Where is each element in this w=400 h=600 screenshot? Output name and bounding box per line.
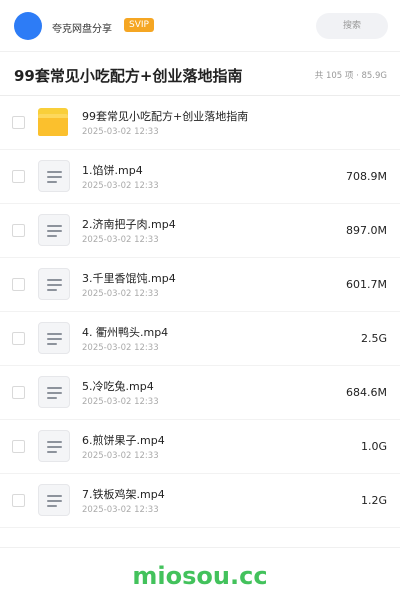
file-icon (38, 322, 70, 354)
file-name[interactable]: 4. 衢州鸭头.mp4 (82, 324, 168, 340)
top-bar: 夸克网盘分享 SVIP 搜索 (0, 0, 400, 52)
file-date: 2025-03-02 12:33 (82, 181, 159, 191)
item-count-and-size: 共 105 项 · 85.9G (314, 71, 387, 81)
row-checkbox[interactable] (12, 386, 25, 399)
user-name: 夸克网盘分享 (52, 24, 112, 35)
file-size: 601.7M (346, 278, 387, 291)
file-size: 708.9M (346, 170, 387, 183)
file-row[interactable]: 5.冷吃兔.mp4 2025-03-02 12:33 684.6M (0, 366, 400, 420)
file-size: 897.0M (346, 224, 387, 237)
svip-badge: SVIP (124, 18, 154, 32)
file-row[interactable]: 2.济南把子肉.mp4 2025-03-02 12:33 897.0M (0, 204, 400, 258)
page-title: 99套常见小吃配方+创业落地指南 (14, 67, 243, 85)
file-size: 1.2G (360, 494, 387, 507)
file-name[interactable]: 3.千里香馄饨.mp4 (82, 270, 176, 286)
file-date: 2025-03-02 12:33 (82, 289, 159, 299)
file-icon (38, 160, 70, 192)
row-checkbox[interactable] (12, 116, 25, 129)
file-row[interactable]: 3.千里香馄饨.mp4 2025-03-02 12:33 601.7M (0, 258, 400, 312)
file-row[interactable]: 1.馅饼.mp4 2025-03-02 12:33 708.9M (0, 150, 400, 204)
file-date: 2025-03-02 12:33 (82, 451, 159, 461)
file-date: 2025-03-02 12:33 (82, 343, 159, 353)
folder-row[interactable]: 99套常见小吃配方+创业落地指南 2025-03-02 12:33 (0, 96, 400, 150)
file-name[interactable]: 5.冷吃兔.mp4 (82, 378, 154, 394)
avatar[interactable] (14, 12, 42, 40)
title-bar: 99套常见小吃配方+创业落地指南 共 105 项 · 85.9G (0, 52, 400, 96)
file-icon (38, 214, 70, 246)
file-size: 2.5G (360, 332, 387, 345)
site-watermark[interactable]: miosou.cc (0, 562, 400, 590)
row-checkbox[interactable] (12, 440, 25, 453)
search-button[interactable]: 搜索 (316, 13, 388, 39)
file-icon (38, 376, 70, 408)
file-icon (38, 484, 70, 516)
file-size: 1.0G (360, 440, 387, 453)
footer-divider (0, 547, 400, 548)
file-date: 2025-03-02 12:33 (82, 235, 159, 245)
row-checkbox[interactable] (12, 332, 25, 345)
file-icon (38, 268, 70, 300)
file-row[interactable]: 6.煎饼果子.mp4 2025-03-02 12:33 1.0G (0, 420, 400, 474)
file-row[interactable]: 7.铁板鸡架.mp4 2025-03-02 12:33 1.2G (0, 474, 400, 528)
folder-icon (38, 106, 70, 138)
file-date: 2025-03-02 12:33 (82, 397, 159, 407)
file-name[interactable]: 2.济南把子肉.mp4 (82, 216, 176, 232)
row-checkbox[interactable] (12, 278, 25, 291)
file-icon (38, 430, 70, 462)
file-size: 684.6M (346, 386, 387, 399)
file-row[interactable]: 4. 衢州鸭头.mp4 2025-03-02 12:33 2.5G (0, 312, 400, 366)
file-name[interactable]: 7.铁板鸡架.mp4 (82, 486, 165, 502)
file-date: 2025-03-02 12:33 (82, 505, 159, 515)
row-checkbox[interactable] (12, 170, 25, 183)
file-name[interactable]: 6.煎饼果子.mp4 (82, 432, 165, 448)
file-date: 2025-03-02 12:33 (82, 127, 159, 137)
row-checkbox[interactable] (12, 224, 25, 237)
file-name[interactable]: 1.馅饼.mp4 (82, 162, 143, 178)
file-name[interactable]: 99套常见小吃配方+创业落地指南 (82, 108, 248, 124)
row-checkbox[interactable] (12, 494, 25, 507)
